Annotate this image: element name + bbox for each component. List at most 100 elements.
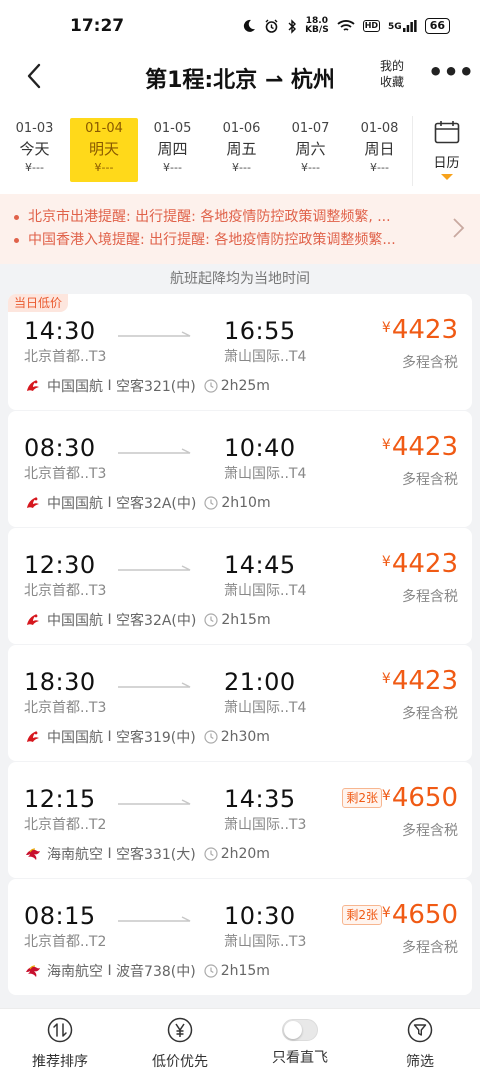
date-price: ¥--- <box>301 161 320 174</box>
air-china-logo-icon <box>27 731 39 742</box>
lowest-price-badge: 当日低价 <box>8 294 69 312</box>
date-option-5[interactable]: 01-08 周日 ¥--- <box>345 118 414 182</box>
aircraft-type: 波音738(中) <box>116 964 196 980</box>
departure-airport: 北京首都..T2 <box>24 934 107 950</box>
aircraft-type: 空客319(中) <box>116 730 196 746</box>
favorites-label-line1: 我的 <box>379 59 404 73</box>
arrival-time: 14:35 <box>224 785 296 813</box>
favorites-button[interactable]: 我的 收藏 <box>370 58 414 90</box>
back-button[interactable] <box>20 62 48 90</box>
notice-line: 中国香港入境提醒: 出行提醒: 各地疫情防控政策调整频繁... <box>14 229 444 252</box>
flight-arrow-icon <box>118 799 191 805</box>
date-price: ¥--- <box>94 161 114 174</box>
flight-duration: 2h25m <box>220 378 270 394</box>
date-label: 01-08 <box>360 121 399 136</box>
notice-banner[interactable]: 北京市出港提醒: 出行提醒: 各地疫情防控政策调整频繁, ... 中国香港入境提… <box>0 194 480 264</box>
back-arrow-icon <box>27 63 41 89</box>
date-price: ¥--- <box>232 161 251 174</box>
sort-recommended-button[interactable]: 推荐排序 <box>0 1009 120 1072</box>
network-speed: 18.0 KB/S <box>305 16 329 35</box>
date-option-2[interactable]: 01-05 周四 ¥--- <box>138 118 207 182</box>
flight-card[interactable]: 08:30 10:40 北京首都..T3 萧山国际..T4 ¥4423 多程含税 中国国航 … <box>8 411 472 527</box>
clock-icon <box>204 379 218 393</box>
air-china-logo-icon <box>27 614 39 625</box>
low-price-first-button[interactable]: 低价优先 <box>120 1009 240 1072</box>
more-button[interactable]: ••• <box>428 60 474 90</box>
arrival-time: 10:40 <box>224 434 296 462</box>
departure-time: 18:30 <box>24 668 96 696</box>
date-option-1[interactable]: 01-04 明天 ¥--- <box>70 118 138 182</box>
direct-only-toggle[interactable]: 只看直飞 <box>240 1009 360 1072</box>
flight-list: 当日低价 14:30 16:55 北京首都..T3 萧山国际..T4 ¥4423 多程含税中… <box>8 294 472 995</box>
flight-info: 海南航空 I 波音738(中) 2h15m <box>24 961 270 981</box>
alarm-icon <box>265 19 278 33</box>
departure-airport: 北京首都..T3 <box>24 466 107 482</box>
flight-card[interactable]: 当日低价 14:30 16:55 北京首都..T3 萧山国际..T4 ¥4423 多程含税中… <box>8 294 472 410</box>
arrival-airport: 萧山国际..T4 <box>224 349 307 365</box>
bullet-icon <box>14 214 19 220</box>
departure-airport: 北京首都..T3 <box>24 583 107 599</box>
date-price: ¥--- <box>25 161 44 174</box>
tax-note: 多程含税 <box>402 355 458 371</box>
separator: I <box>103 846 117 862</box>
airline-name: 中国国航 <box>47 379 103 395</box>
clock-icon <box>204 847 218 861</box>
airline-name: 中国国航 <box>47 613 103 629</box>
currency-symbol: ¥ <box>381 437 391 453</box>
wifi-icon <box>337 20 355 31</box>
weekday-label: 明天 <box>88 140 119 158</box>
weekday-label: 今天 <box>19 140 50 158</box>
airline-name: 中国国航 <box>47 730 103 746</box>
page-title[interactable]: 第1程:北京 ⇀ 杭州 <box>145 68 335 93</box>
clock-icon <box>204 496 218 510</box>
direct-only-label: 只看直飞 <box>272 1050 328 1066</box>
flight-arrow-icon <box>118 565 191 571</box>
calendar-button[interactable]: 日历 <box>412 116 480 186</box>
calendar-icon <box>434 121 459 144</box>
currency-symbol: ¥ <box>381 905 391 921</box>
tax-note: 多程含税 <box>402 589 458 605</box>
timezone-note: 航班起降均为当地时间 <box>170 271 310 287</box>
tax-note: 多程含税 <box>402 823 458 839</box>
price-value: 4423 <box>391 549 458 579</box>
chevron-right-icon <box>453 218 465 238</box>
tax-note: 多程含税 <box>402 472 458 488</box>
direct-only-switch[interactable] <box>282 1019 318 1041</box>
calendar-indicator-icon <box>440 174 453 180</box>
flight-card[interactable]: 12:30 14:45 北京首都..T3 萧山国际..T4 ¥4423 多程含税 中国国航 … <box>8 528 472 644</box>
flight-info: 中国国航 I 空客319(中) 2h30m <box>24 727 270 747</box>
date-option-3[interactable]: 01-06 周五 ¥--- <box>207 118 276 182</box>
bottom-toolbar: 推荐排序 低价优先 只看直飞 筛选 <box>0 1008 480 1072</box>
flight-card[interactable]: 12:15 14:35 北京首都..T2 萧山国际..T3 剩2张 ¥4650 多程含税 海南… <box>8 762 472 878</box>
currency-symbol: ¥ <box>381 554 391 570</box>
flight-arrow-icon <box>118 916 191 922</box>
clock-icon <box>204 730 218 744</box>
date-selector: 01-03 今天 ¥--- 01-04 明天 ¥--- 01-05 周四 ¥--- 01-06 周五… <box>0 100 480 194</box>
bluetooth-icon <box>288 18 297 34</box>
flight-card[interactable]: 08:15 10:30 北京首都..T2 萧山国际..T3 剩2张 ¥4650 多程含税 海南… <box>8 879 472 995</box>
status-bar: 17:27 18.0 KB/S HD 5G 66 <box>0 0 480 52</box>
air-china-logo-icon <box>27 380 39 391</box>
flight-duration: 2h15m <box>221 612 271 628</box>
separator: I <box>103 612 117 628</box>
date-label: 01-06 <box>222 121 261 136</box>
flight-info: 中国国航 I 空客321(中) 2h25m <box>24 376 270 396</box>
date-option-4[interactable]: 01-07 周六 ¥--- <box>276 118 345 182</box>
airline-name: 中国国航 <box>47 496 103 512</box>
weekday-label: 周日 <box>364 140 395 158</box>
flight-info: 中国国航 I 空客32A(中) 2h10m <box>24 493 271 513</box>
date-option-0[interactable]: 01-03 今天 ¥--- <box>0 118 69 182</box>
departure-time: 08:15 <box>24 902 96 930</box>
arrival-airport: 萧山国际..T3 <box>224 817 307 833</box>
separator: I <box>103 963 117 979</box>
arrival-airport: 萧山国际..T4 <box>224 583 307 599</box>
aircraft-type: 空客32A(中) <box>116 496 197 512</box>
filter-button[interactable]: 筛选 <box>360 1009 480 1072</box>
currency-symbol: ¥ <box>381 788 391 804</box>
flight-duration: 2h15m <box>220 963 270 979</box>
flight-duration: 2h20m <box>220 846 270 862</box>
departure-time: 12:30 <box>24 551 96 579</box>
flight-card[interactable]: 18:30 21:00 北京首都..T3 萧山国际..T4 ¥4423 多程含税 中国国航 … <box>8 645 472 761</box>
weekday-label: 周五 <box>226 140 257 158</box>
separator: I <box>103 378 117 394</box>
